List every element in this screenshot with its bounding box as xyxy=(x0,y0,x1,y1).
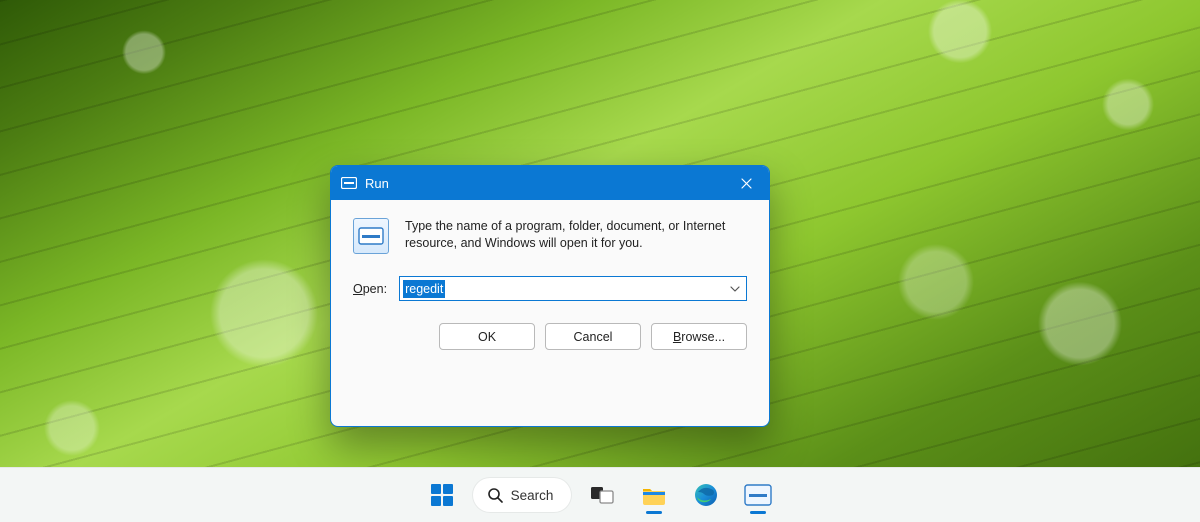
ok-button[interactable]: OK xyxy=(439,323,535,350)
search-icon xyxy=(487,487,503,503)
taskbar-search-label: Search xyxy=(511,488,554,503)
close-button[interactable] xyxy=(723,166,769,200)
file-explorer-icon xyxy=(641,484,667,506)
open-label: Open: xyxy=(353,282,387,296)
open-combobox[interactable]: regedit xyxy=(399,276,747,301)
cancel-button[interactable]: Cancel xyxy=(545,323,641,350)
browse-button-label: Browse... xyxy=(673,330,725,344)
run-description: Type the name of a program, folder, docu… xyxy=(405,218,747,252)
cancel-button-label: Cancel xyxy=(574,330,613,344)
task-view-button[interactable] xyxy=(581,474,623,516)
run-titlebar[interactable]: Run xyxy=(331,166,769,200)
taskbar: Search xyxy=(0,467,1200,522)
task-view-icon xyxy=(590,484,614,506)
run-taskbar-icon xyxy=(744,484,772,506)
run-titlebar-icon xyxy=(341,177,357,189)
browse-button[interactable]: Browse... xyxy=(651,323,747,350)
run-taskbar-button[interactable] xyxy=(737,474,779,516)
run-dialog-icon xyxy=(353,218,389,254)
file-explorer-button[interactable] xyxy=(633,474,675,516)
windows-start-icon xyxy=(429,482,455,508)
edge-browser-button[interactable] xyxy=(685,474,727,516)
start-button[interactable] xyxy=(421,474,463,516)
close-icon xyxy=(741,178,752,189)
run-title-text: Run xyxy=(365,176,389,191)
ok-button-label: OK xyxy=(478,330,496,344)
taskbar-search[interactable]: Search xyxy=(473,478,572,512)
chevron-down-icon[interactable] xyxy=(730,286,740,292)
open-input-value: regedit xyxy=(403,280,445,298)
run-dialog: Run Type the name of a program, folder, … xyxy=(330,165,770,427)
desktop-wallpaper-leaf-droplets: Run Type the name of a program, folder, … xyxy=(0,0,1200,522)
edge-icon xyxy=(693,482,719,508)
